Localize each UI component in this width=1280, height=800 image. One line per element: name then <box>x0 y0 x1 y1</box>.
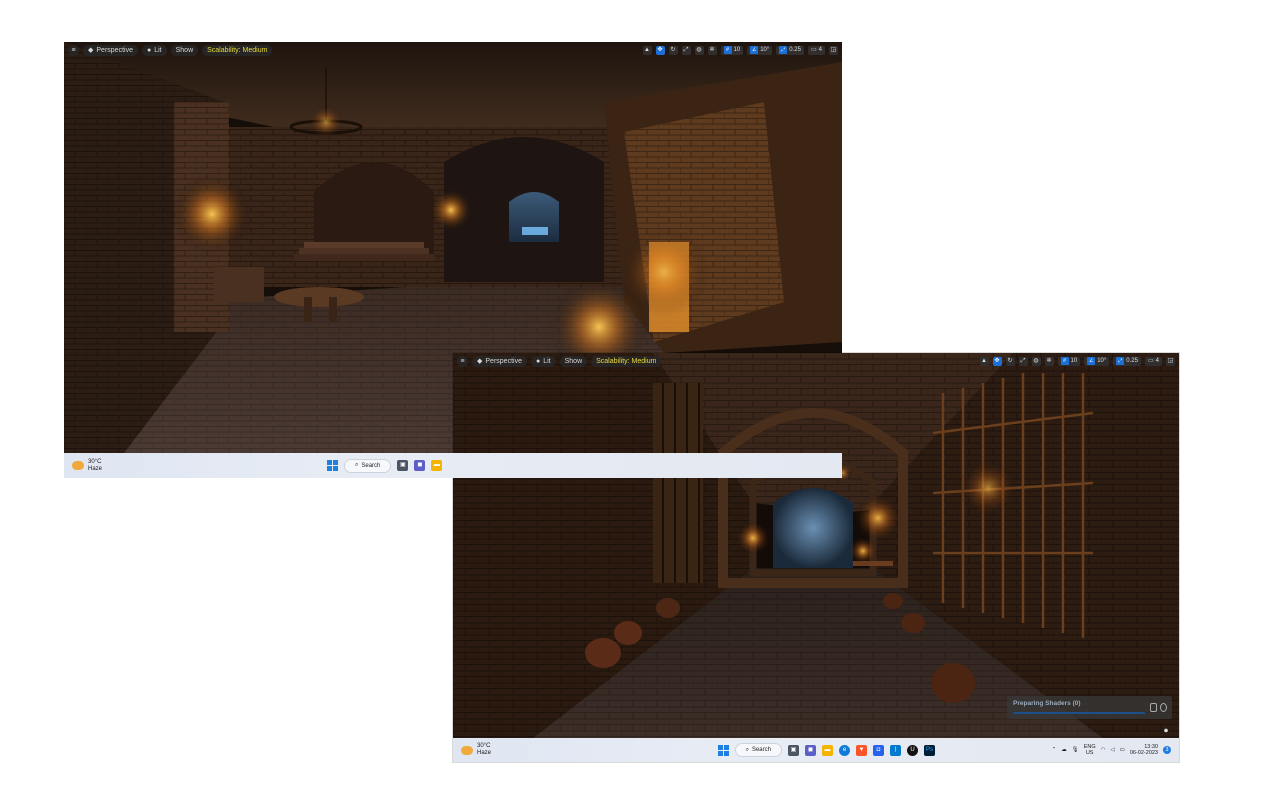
cube-icon: ◆ <box>477 357 483 365</box>
show-button[interactable]: Show <box>170 44 199 56</box>
temperature: 30°C <box>477 743 491 749</box>
camera-icon: ▭ <box>810 46 817 53</box>
onedrive-cloud-icon[interactable]: ☁ <box>1061 747 1067 753</box>
scale-icon[interactable]: ⤢ <box>1018 356 1028 366</box>
preparing-shaders-popup: Preparing Shaders (0) <box>1007 696 1172 719</box>
shaders-progress-bar <box>1013 712 1145 714</box>
windows-taskbar-front: 30°C Haze ⌕ Search ▣ ◼ ▬ e ▼ ◘ ⟩ U Ps ⌃ ☁… <box>453 738 1179 762</box>
scale-icon[interactable]: ⤢ <box>681 45 691 55</box>
taskbar-apps: ⌕ Search ▣ ◼ ▬ e ▼ ◘ ⟩ U Ps <box>541 743 1052 757</box>
scalability-badge[interactable]: Scalability: Medium <box>202 44 273 56</box>
weather-widget[interactable]: 30°C Haze <box>461 743 541 757</box>
weather-condition: Haze <box>477 750 492 756</box>
teams-chat-icon[interactable]: ◼ <box>804 744 816 756</box>
scale-snap-button[interactable]: ⤢ 0.25 <box>1113 356 1141 366</box>
vscode-icon[interactable]: ⟩ <box>889 744 901 756</box>
unreal-engine-icon[interactable]: U <box>906 744 918 756</box>
scale-snap-button[interactable]: ⤢ 0.25 <box>776 45 804 55</box>
rotate-icon[interactable]: ↻ <box>668 45 678 55</box>
weather-text: 30°C Haze <box>477 743 491 757</box>
wifi-icon[interactable]: ◠ <box>1101 747 1106 753</box>
rotation-snap-button[interactable]: ∠ 10° <box>747 45 773 55</box>
cancel-icon[interactable] <box>1160 703 1167 712</box>
taskbar-search[interactable]: ⌕ Search <box>734 743 782 757</box>
file-explorer-icon[interactable]: ▬ <box>821 744 833 756</box>
viewport-toolbar-front: ≡ ◆ Perspective ● Lit Show Scalability: Me… <box>453 353 1179 369</box>
search-icon: ⌕ <box>745 746 749 753</box>
weather-condition: Haze <box>88 465 103 472</box>
region-code: US <box>1085 750 1094 756</box>
weather-widget[interactable]: 30°C Haze <box>72 459 152 473</box>
haze-sun-icon <box>461 745 473 755</box>
sphere-icon: ● <box>535 357 541 365</box>
clock-date: 06-02-2023 <box>1129 750 1158 756</box>
lit-button[interactable]: ● Lit <box>141 44 167 56</box>
windows-taskbar: 30°C Haze ⌕ Search ▣ ◼ ▬ <box>64 453 842 478</box>
brave-browser-icon[interactable]: ▼ <box>855 744 867 756</box>
task-view-icon[interactable]: ▣ <box>397 460 409 471</box>
notification-badge[interactable]: 3 <box>1163 746 1171 754</box>
start-windows-icon[interactable] <box>327 460 338 471</box>
dungeon-corridor-viewport[interactable] <box>453 353 1179 738</box>
teams-chat-icon[interactable]: ◼ <box>414 460 426 471</box>
cube-icon: ◆ <box>88 46 94 54</box>
camera-speed-button[interactable]: ▭ 4 <box>807 45 825 55</box>
haze-sun-icon <box>72 461 84 470</box>
translate-icon[interactable]: ✥ <box>655 45 665 55</box>
lit-button[interactable]: ● Lit <box>530 355 556 367</box>
weather-text: 30°C Haze <box>88 459 102 473</box>
chevron-up-icon[interactable]: ⌃ <box>1052 747 1057 753</box>
select-cursor-icon[interactable]: ▲ <box>642 45 652 55</box>
mic-tray-icon[interactable]: 🎙 <box>1072 747 1079 753</box>
photoshop-icon[interactable]: Ps <box>923 744 935 756</box>
sphere-icon: ● <box>146 46 152 54</box>
world-space-icon[interactable]: ◍ <box>694 45 704 55</box>
store-icon[interactable]: ◘ <box>872 744 884 756</box>
grid-icon: # <box>723 46 732 54</box>
editor-screenshot-front: ≡ ◆ Perspective ● Lit Show Scalability: Me… <box>453 353 1179 762</box>
battery-icon[interactable]: ▭ <box>1120 747 1125 753</box>
start-windows-icon[interactable] <box>717 744 729 756</box>
angle-icon: ∠ <box>750 46 759 54</box>
scalability-badge[interactable]: Scalability: Medium <box>591 355 662 367</box>
scale-snap-icon: ⤢ <box>1116 357 1125 365</box>
file-explorer-icon[interactable]: ▬ <box>431 460 443 471</box>
edge-browser-icon[interactable]: e <box>838 744 850 756</box>
shaders-actions <box>1150 703 1167 712</box>
temperature: 30°C <box>88 458 102 465</box>
shaders-label: Preparing Shaders (0) <box>1013 700 1081 707</box>
perspective-button[interactable]: ◆ Perspective <box>472 355 527 367</box>
language-indicator[interactable]: ENG US <box>1084 744 1096 756</box>
select-cursor-icon[interactable]: ▲ <box>979 356 989 366</box>
grid-snap-button[interactable]: #10 <box>1057 356 1081 366</box>
grid-icon: # <box>1060 357 1069 365</box>
taskbar-apps: ⌕ Search ▣ ◼ ▬ <box>152 458 834 473</box>
system-tray: ⌃ ☁ 🎙 ENG US ◠ ◁ ▭ 13:30 06-02-2023 3 <box>1052 744 1171 756</box>
maximize-viewport-icon[interactable]: ◲ <box>1166 356 1175 366</box>
volume-icon[interactable]: ◁ <box>1110 747 1114 753</box>
hamburger-icon[interactable]: ≡ <box>457 355 468 367</box>
show-button[interactable]: Show <box>559 355 588 367</box>
surface-snap-icon[interactable]: ✲ <box>1044 356 1054 366</box>
camera-icon: ▭ <box>1147 357 1154 364</box>
rotate-icon[interactable]: ↻ <box>1005 356 1015 366</box>
angle-icon: ∠ <box>1087 357 1096 365</box>
maximize-viewport-icon[interactable]: ◲ <box>829 45 838 55</box>
search-icon: ⌕ <box>355 462 359 468</box>
rotation-snap-button[interactable]: ∠ 10° <box>1084 356 1110 366</box>
taskbar-search[interactable]: ⌕ Search <box>344 458 392 473</box>
world-space-icon[interactable]: ◍ <box>1031 356 1041 366</box>
pause-icon[interactable] <box>1150 703 1157 712</box>
perspective-button[interactable]: ◆ Perspective <box>83 44 138 56</box>
viewport-toolbar: ≡ ◆ Perspective ● Lit Show Scalability: Me… <box>64 42 842 58</box>
microphone-icon[interactable]: ⏺ <box>1164 726 1176 736</box>
surface-snap-icon[interactable]: ✲ <box>707 45 717 55</box>
translate-icon[interactable]: ✥ <box>992 356 1002 366</box>
camera-speed-button[interactable]: ▭ 4 <box>1144 356 1162 366</box>
task-view-icon[interactable]: ▣ <box>787 744 799 756</box>
clock[interactable]: 13:30 06-02-2023 <box>1130 744 1158 756</box>
grid-snap-button[interactable]: #10 <box>720 45 744 55</box>
scale-snap-icon: ⤢ <box>779 46 788 54</box>
hamburger-icon[interactable]: ≡ <box>68 44 79 56</box>
